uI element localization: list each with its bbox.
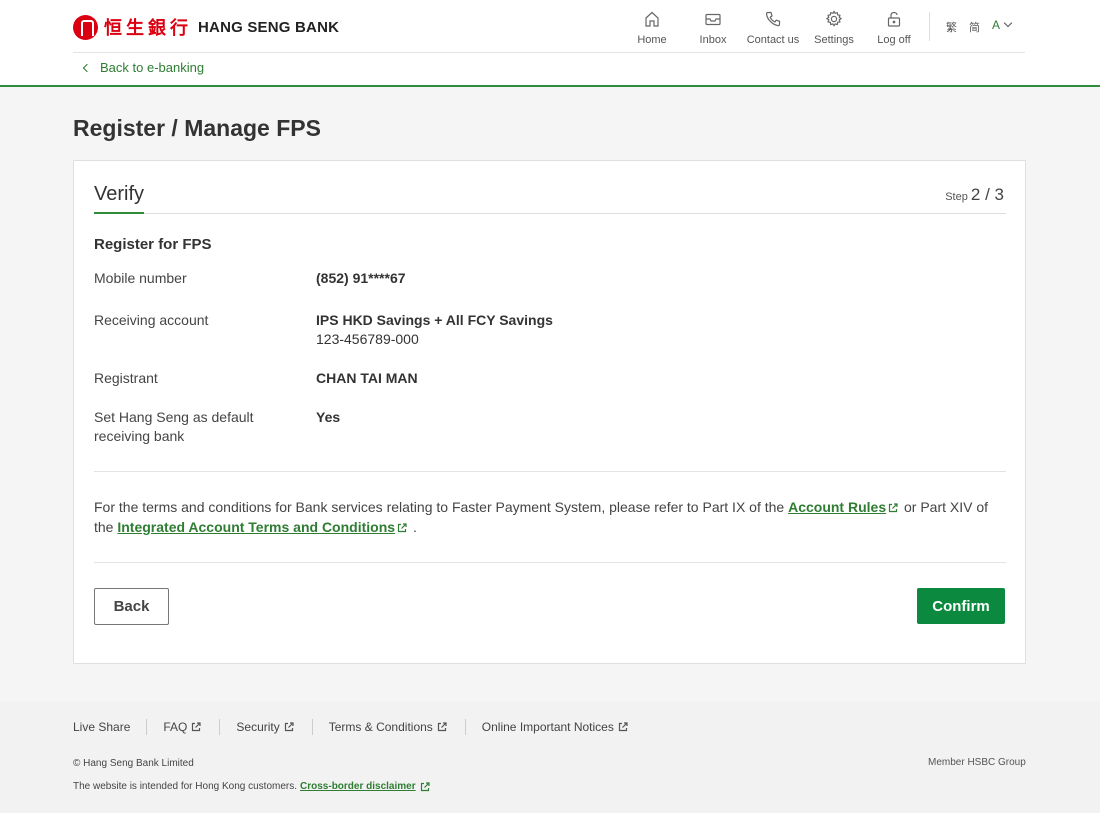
font-size-label: A [992, 18, 1001, 32]
nav-settings-label: Settings [814, 34, 854, 46]
verify-card: Verify Step 2 / 3 Register for FPS Mobil… [73, 160, 1026, 664]
inbox-icon [683, 10, 743, 32]
gear-icon [804, 10, 864, 32]
footer-link-label: Terms & Conditions [328, 720, 433, 734]
registrant-value: CHAN TAI MAN [316, 370, 418, 386]
step-value: 2 / 3 [970, 185, 1004, 204]
bank-logo-icon [73, 14, 98, 40]
receiving-account-label: Receiving account [94, 312, 209, 328]
step-indicator: Step 2 / 3 [945, 185, 1004, 205]
page-title: Register / Manage FPS [73, 115, 321, 141]
external-link-icon [420, 781, 430, 792]
terms-text-1: For the terms and conditions for Bank se… [94, 499, 785, 515]
footer-link-label: Live Share [73, 720, 131, 734]
header: 恒生銀行 HANG SENG BANK Home Inbox Contact u… [0, 0, 1100, 87]
default-bank-label: Set Hang Seng as default receiving bank [94, 409, 254, 444]
footer-link-live-share[interactable]: Live Share [73, 719, 146, 735]
nav-inbox[interactable]: Inbox [683, 10, 743, 46]
section-title: Register for FPS [94, 236, 212, 253]
divider [94, 562, 1006, 563]
back-to-ebanking-link[interactable]: Back to e-banking [82, 60, 205, 75]
terms-text-3: . [412, 519, 417, 535]
receiving-account-number: 123-456789-000 [316, 331, 419, 347]
footer-links: Live Share FAQ Security Terms & Conditio… [73, 719, 646, 735]
step-word: Step [945, 191, 968, 203]
member-hsbc-group: Member HSBC Group [928, 757, 1026, 768]
nav-logoff-label: Log off [877, 34, 911, 46]
nav-contact-label: Contact us [746, 34, 800, 46]
header-rule [73, 52, 1025, 53]
logo-english-text: HANG SENG BANK [198, 18, 340, 36]
lang-simplified-chinese[interactable]: 简 [969, 19, 980, 35]
footer-link-faq[interactable]: FAQ [146, 719, 219, 735]
footer-link-notices[interactable]: Online Important Notices [464, 719, 646, 735]
lock-icon [864, 10, 924, 32]
logo-chinese-text: 恒生銀行 [104, 18, 192, 39]
receiving-account-value: IPS HKD Savings + All FCY Savings 123-45… [316, 311, 553, 349]
back-button[interactable]: Back [94, 588, 169, 625]
hang-seng-logo[interactable]: 恒生銀行 HANG SENG BANK [73, 13, 339, 41]
copyright: © Hang Seng Bank Limited [73, 758, 194, 769]
external-link-icon [888, 503, 898, 513]
receiving-account-name: IPS HKD Savings + All FCY Savings [316, 312, 553, 328]
registrant-label: Registrant [94, 370, 158, 386]
confirm-button[interactable]: Confirm [917, 588, 1005, 624]
phone-icon [743, 10, 803, 32]
footer: Live Share FAQ Security Terms & Conditio… [0, 702, 1100, 813]
footer-link-label: FAQ [163, 720, 188, 734]
external-link-icon [284, 722, 294, 732]
mobile-number-label: Mobile number [94, 270, 187, 286]
nav-divider [929, 12, 930, 41]
external-link-icon [618, 722, 628, 732]
card-header: Verify Step 2 / 3 [94, 183, 1006, 214]
nav-log-off[interactable]: Log off [864, 10, 924, 46]
mobile-number-value: (852) 91****67 [316, 270, 406, 286]
integrated-account-terms-link[interactable]: Integrated Account Terms and Conditions [117, 519, 395, 535]
default-bank-value: Yes [316, 409, 341, 425]
font-size-selector[interactable]: A [992, 18, 1013, 32]
footer-link-label: Security [236, 720, 280, 734]
footer-link-label: Online Important Notices [481, 720, 614, 734]
disclaimer-text: The website is intended for Hong Kong cu… [73, 781, 298, 792]
nav-home[interactable]: Home [622, 10, 682, 46]
cross-border-disclaimer-link[interactable]: Cross-border disclaimer [300, 781, 416, 792]
back-to-ebanking-label: Back to e-banking [100, 60, 205, 75]
external-link-icon [191, 722, 201, 732]
chevron-down-icon [1003, 18, 1013, 28]
nav-contact-us[interactable]: Contact us [743, 10, 803, 46]
nav-settings[interactable]: Settings [804, 10, 864, 46]
lang-traditional-chinese[interactable]: 繁 [946, 19, 957, 35]
terms-notice: For the terms and conditions for Bank se… [94, 497, 1006, 537]
footer-link-terms[interactable]: Terms & Conditions [311, 719, 465, 735]
external-link-icon [437, 722, 447, 732]
divider [94, 471, 1006, 472]
disclaimer: The website is intended for Hong Kong cu… [73, 781, 432, 792]
account-rules-link[interactable]: Account Rules [788, 499, 886, 515]
home-icon [622, 10, 682, 32]
nav-home-label: Home [637, 34, 667, 46]
footer-link-security[interactable]: Security [219, 719, 311, 735]
external-link-icon [397, 523, 407, 533]
step-title: Verify [94, 183, 145, 214]
chevron-left-icon [82, 63, 92, 72]
nav-inbox-label: Inbox [699, 34, 727, 46]
